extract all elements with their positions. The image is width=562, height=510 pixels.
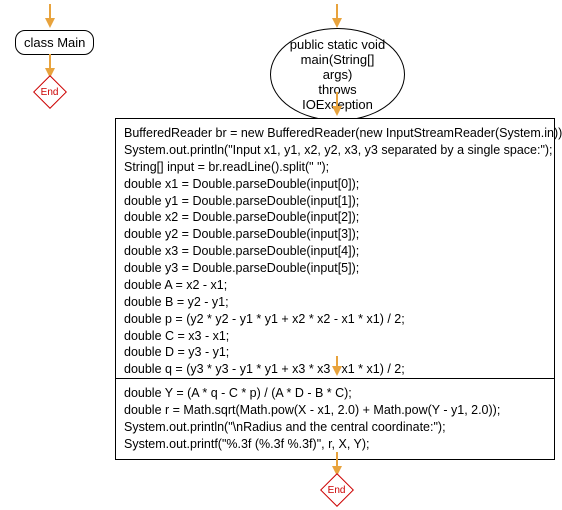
code-block-2-text: double Y = (A * q - C * p) / (A * D - B … <box>124 386 500 451</box>
connector-line <box>336 356 338 366</box>
end-label-right: End <box>328 484 346 495</box>
code-block-1: BufferedReader br = new BufferedReader(n… <box>115 118 555 402</box>
arrow-down-icon <box>45 18 55 28</box>
arrow-down-icon <box>332 106 342 116</box>
connector-line <box>336 4 338 18</box>
method-line2: main(String[] args) <box>289 52 386 82</box>
code-block-1-text: BufferedReader br = new BufferedReader(n… <box>124 126 562 393</box>
class-main-label: class Main <box>24 35 85 50</box>
end-diamond-left: End <box>33 75 67 109</box>
class-main-node: class Main <box>15 30 94 55</box>
end-diamond-right: End <box>320 473 354 507</box>
arrow-down-icon <box>332 18 342 28</box>
connector-line <box>49 4 51 18</box>
connector-line <box>336 92 338 106</box>
arrow-down-icon <box>332 366 342 376</box>
method-line1: public static void <box>289 37 386 52</box>
code-block-2: double Y = (A * q - C * p) / (A * D - B … <box>115 378 555 460</box>
connector-line <box>336 452 338 466</box>
end-label-left: End <box>41 86 59 97</box>
connector-line <box>49 54 51 68</box>
